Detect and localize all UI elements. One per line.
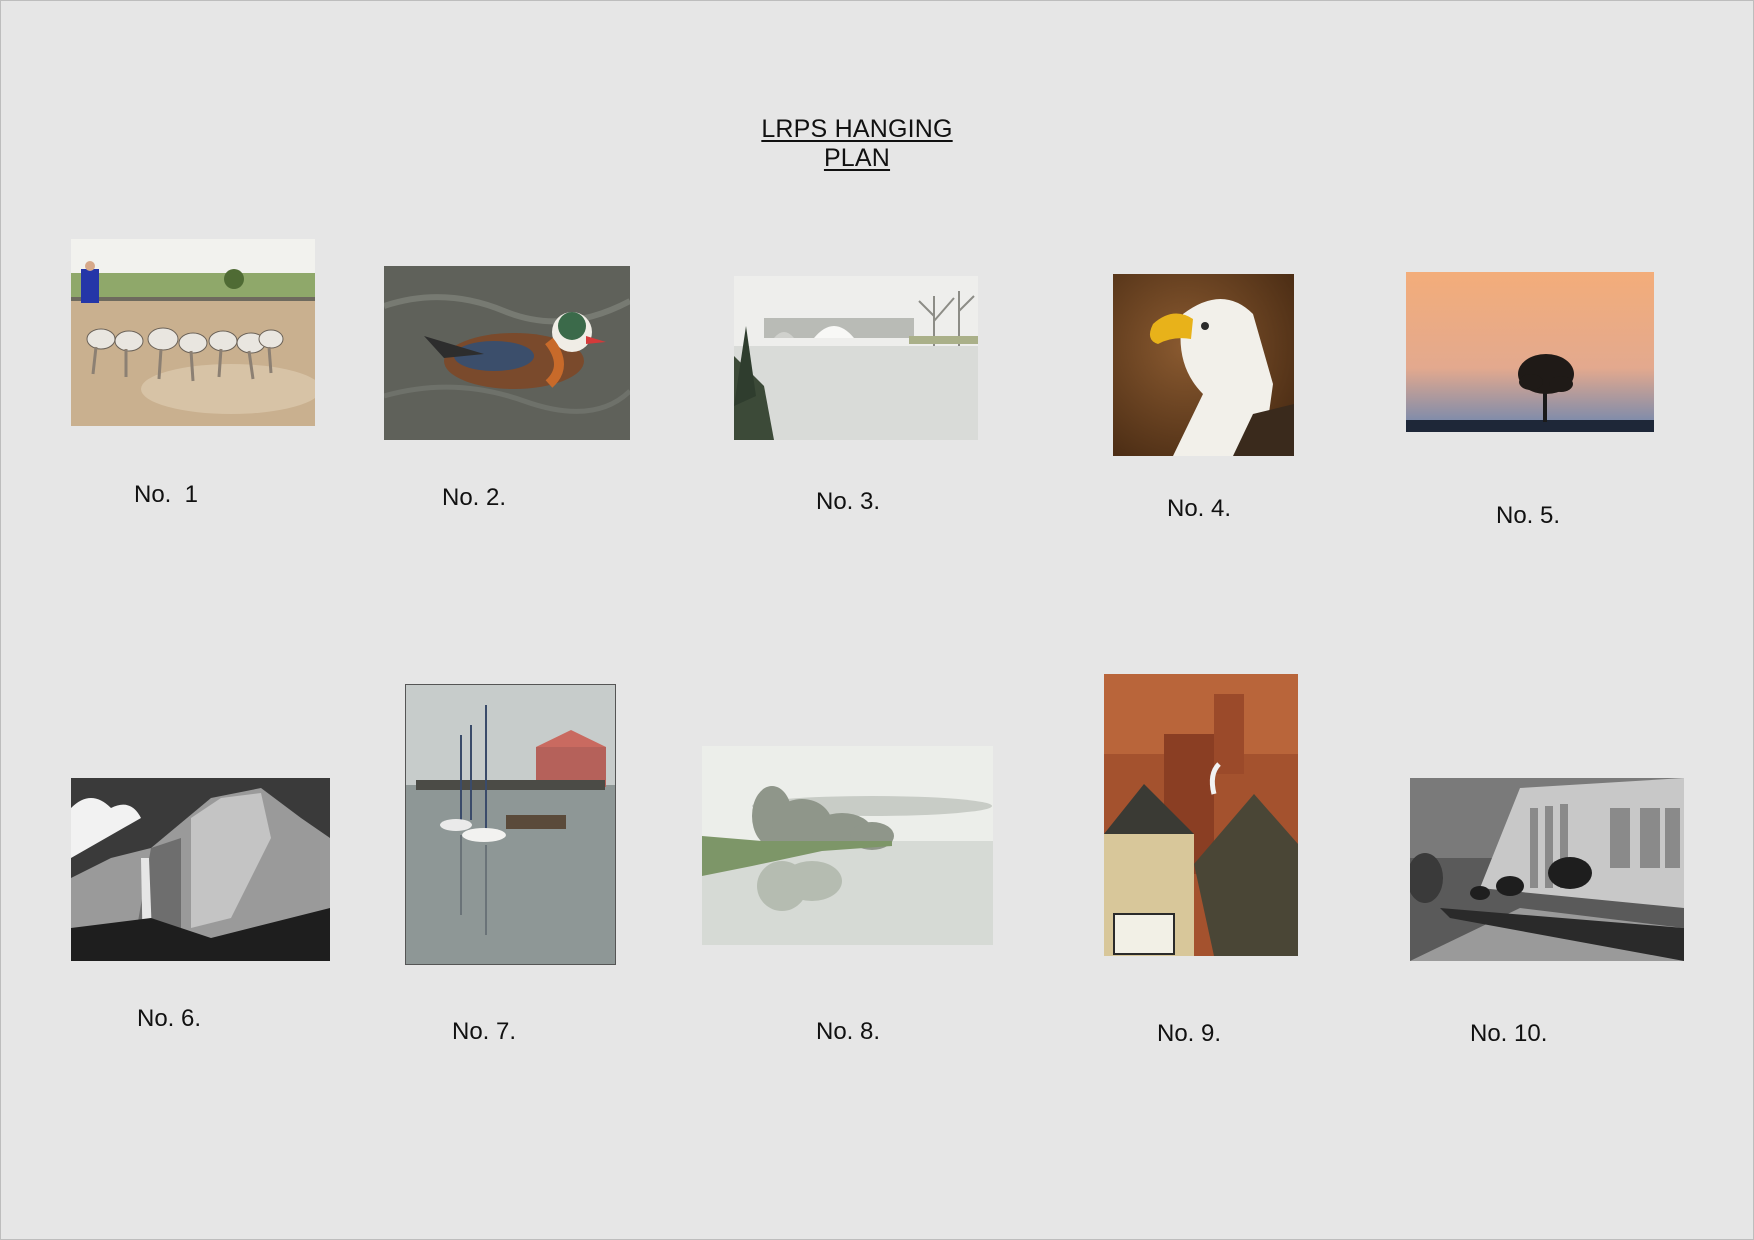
caption-1: No. 1 [134,481,199,508]
page-title: LRPS HANGING PLAN [761,115,953,172]
caption-5: No. 5. [1496,502,1561,529]
photo-4-eagle [1113,274,1294,456]
caption-9: No. 9. [1157,1020,1222,1047]
caption-8: No. 8. [816,1018,881,1045]
page-border [0,0,1754,1240]
photo-3-bridge [734,276,978,440]
photo-9-rooftops [1104,674,1298,956]
caption-2: No. 2. [442,484,507,511]
photo-5-sunset-tree [1406,272,1654,432]
caption-4: No. 4. [1167,495,1232,522]
photo-7-harbour [405,684,616,965]
photo-6-mountain [71,778,330,961]
photo-2-duck [384,266,630,440]
caption-3: No. 3. [816,488,881,515]
caption-10: No. 10. [1470,1020,1548,1047]
caption-6: No. 6. [137,1005,202,1032]
photo-1-horses [71,239,315,426]
photo-10-colonnade [1410,778,1684,961]
photo-8-misty-lake [702,746,993,945]
caption-7: No. 7. [452,1018,517,1045]
